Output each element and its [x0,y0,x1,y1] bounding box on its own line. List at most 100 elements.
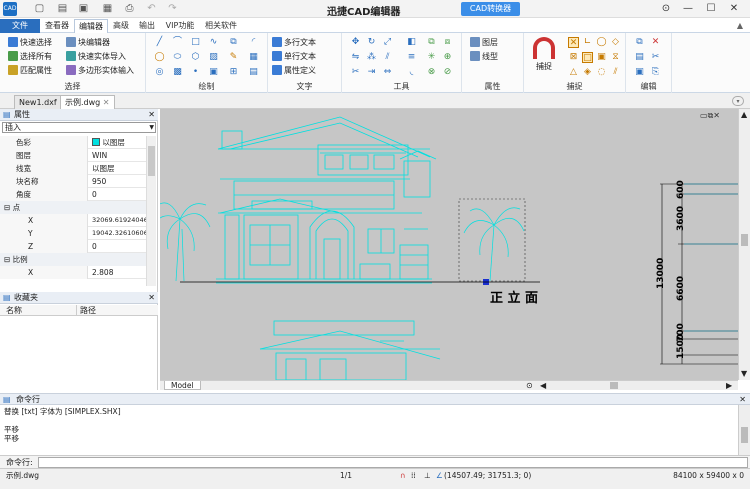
canvas-vscroll[interactable]: ▲ ▼ [738,109,750,380]
canvas-hscroll[interactable]: Model ⊙ ◀ ▶ [160,380,738,390]
hatch-icon[interactable]: ▨ [208,52,219,63]
snap-midpoint-icon[interactable]: △ [568,67,579,78]
image-icon[interactable]: ▤ [248,67,259,78]
copy-icon[interactable]: ⧉ [228,37,239,48]
move-icon[interactable]: ✥ [350,37,361,48]
fillet-icon[interactable]: ◟ [406,67,417,78]
polyline-icon[interactable]: ⌒ [172,37,183,48]
polygon-entity-input-button[interactable]: 多边形实体输入 [66,65,134,77]
prop-row-angle[interactable]: 角度 0 [0,188,146,201]
entity-type-select[interactable]: 插入 ▼ [2,122,156,133]
tab-viewer[interactable]: 查看器 [42,19,72,33]
spline-icon[interactable]: ∿ [208,37,219,48]
tab-related[interactable]: 相关软件 [202,19,240,33]
snap-tangent-icon[interactable]: ◈ [582,67,593,78]
snap-extension-icon[interactable]: ◌ [596,67,607,78]
new-file-icon[interactable]: ▢ [34,3,45,14]
paste-block-icon[interactable]: ▣ [634,67,645,78]
tab-close-icon[interactable]: ✕ [103,98,110,107]
point-icon[interactable]: • [190,67,201,78]
prop-section-point[interactable]: ⊟ 点 [0,201,146,214]
rotate-icon[interactable]: ↻ [366,37,377,48]
snap-nearest-icon[interactable]: ⧖ [610,52,621,63]
close-button[interactable]: ✕ [727,3,741,15]
scroll-thumb[interactable] [148,146,155,176]
tab-list-icon[interactable]: ▾ [732,96,744,106]
status-grid-icon[interactable]: ⁞⁞ [411,469,416,483]
hscroll-thumb[interactable] [610,382,618,389]
region-icon[interactable]: ▦ [248,52,259,63]
scroll-right-icon[interactable]: ▶ [726,381,732,390]
viewport-close-icon[interactable]: ✕ [713,111,720,120]
pattern-icon[interactable]: ▩ [172,67,183,78]
snap-parallel-icon[interactable]: ⫽ [610,67,621,78]
scroll-left-icon[interactable]: ◀ [540,381,546,390]
insert-block-icon[interactable]: ▣ [208,67,219,78]
linetype-button[interactable]: 线型 [470,51,498,63]
help-icon[interactable]: ⊙ [659,3,673,15]
pencil-icon[interactable]: ✎ [228,52,239,63]
properties-scrollbar[interactable] [146,136,156,286]
scroll-down-icon[interactable]: ▼ [741,369,747,378]
prop-row-point-y[interactable]: Y 19042.326106067 [0,227,146,240]
snap-intersection-icon[interactable]: ⊠ [568,52,579,63]
minimize-button[interactable]: — [681,3,695,15]
tab-file[interactable]: 文件 [0,19,40,33]
prop-row-point-z[interactable]: Z0 [0,240,146,253]
copy-clip-icon[interactable]: ⧉ [634,37,645,48]
doc-tab-new1[interactable]: New1.dxf [14,95,62,109]
offset-icon[interactable]: ⫽ [382,52,393,63]
select-all-button[interactable]: 选择所有 [8,51,52,63]
stretch-icon[interactable]: ⇔ [382,67,393,78]
drawing-canvas[interactable]: 正 立 面 600 3600 13000 6600 1500 700 ▭⧉✕ [160,109,738,380]
tab-output[interactable]: 输出 [136,19,158,33]
extend-icon[interactable]: ⇥ [366,67,377,78]
status-snap-icon[interactable]: ∩ [400,469,406,483]
open-folder-icon[interactable]: ▤ [57,3,68,14]
arc-icon[interactable]: ◜ [248,37,259,48]
join-icon[interactable]: ⊕ [442,52,453,63]
panel-close-icon[interactable]: ✕ [148,109,155,121]
prop-row-scale-x[interactable]: X 2.808 [0,266,146,279]
linetype-tool-icon[interactable]: ≡ [406,52,417,63]
delete-icon[interactable]: ✕ [650,37,661,48]
prop-row-lineweight[interactable]: 线宽 以图层 [0,162,146,175]
tab-advanced[interactable]: 高级 [110,19,132,33]
status-polar-icon[interactable]: ∠ [436,469,443,483]
attribute-define-button[interactable]: 属性定义 [272,65,316,77]
save-icon[interactable]: ▣ [78,3,89,14]
block-editor-button[interactable]: 块编辑器 [66,37,110,49]
layer-button[interactable]: 图层 [470,37,498,49]
clipboard-icon[interactable]: ⎘ [650,67,661,78]
snap-perpendicular-icon[interactable]: ∟ [582,37,593,48]
ribbon-collapse-icon[interactable]: ▲ [733,20,747,32]
favorites-close-icon[interactable]: ✕ [148,292,155,304]
command-input[interactable] [38,457,748,468]
ellipse-icon[interactable]: ⬭ [172,52,183,63]
tab-editor[interactable]: 编辑器 [74,19,108,33]
cut-icon[interactable]: ✂ [650,52,661,63]
status-ortho-icon[interactable]: ⊥ [424,469,431,483]
trim-icon[interactable]: ✂ [350,67,361,78]
table-icon[interactable]: ⊞ [228,67,239,78]
circle-icon[interactable]: ◯ [154,52,165,63]
explode-icon[interactable]: ✳ [426,52,437,63]
snap-big-button[interactable]: 捕捉 [530,37,558,75]
paste-icon[interactable]: ▤ [634,52,645,63]
model-tab[interactable]: Model [164,381,201,390]
viewport-minimize-icon[interactable]: ▭ [700,111,708,120]
donut-icon[interactable]: ◎ [154,67,165,78]
maximize-button[interactable]: ☐ [704,3,718,15]
print-icon[interactable]: ⎙ [124,3,135,14]
match-props-button[interactable]: 匹配属性 [8,65,52,77]
scroll-up-icon[interactable]: ▲ [741,110,747,119]
rectangle-icon[interactable]: □ [190,37,201,48]
snap-node-icon[interactable]: □ [582,52,593,63]
cad-converter-button[interactable]: CAD转换器 [461,2,520,16]
command-scrollbar[interactable] [738,405,750,455]
redo-icon[interactable]: ↷ [167,3,178,14]
snap-center-icon[interactable]: ◯ [596,37,607,48]
ungroup-icon[interactable]: ⧈ [442,37,453,48]
prop-row-blockname[interactable]: 块名称 950 [0,175,146,188]
tab-vip[interactable]: VIP功能 [162,19,198,33]
